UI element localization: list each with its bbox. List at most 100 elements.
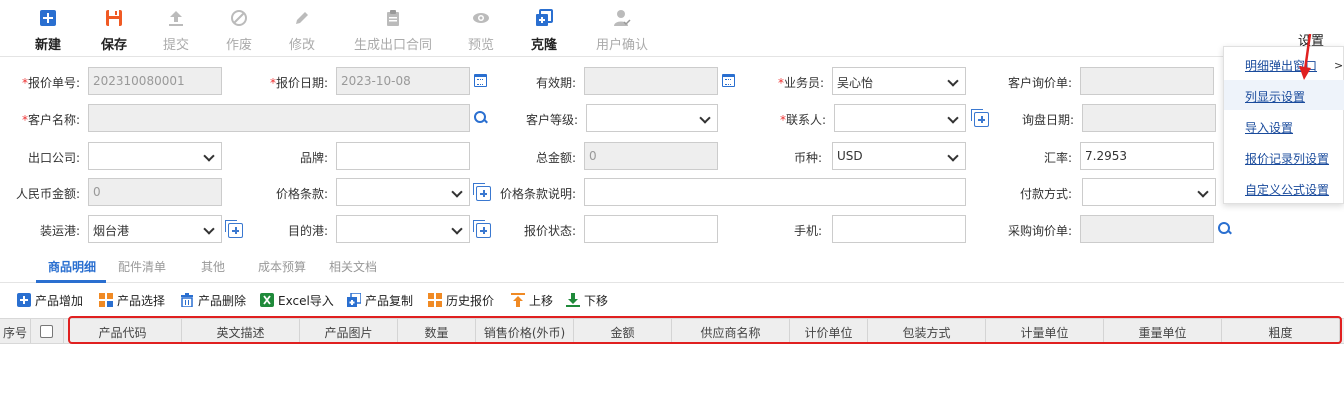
plus-square-icon [38,8,58,28]
upload-icon [166,8,186,28]
calendar-icon[interactable] [474,74,487,87]
move-down-icon [566,293,580,307]
tab-related-docs[interactable]: 相关文档 [329,258,377,275]
inquiry-date-field[interactable] [1082,104,1216,132]
form-row-2: *客户名称: 客户等级: *联系人: 询盘日期: [0,104,1344,134]
currency-select[interactable]: USD [832,142,966,170]
exchange-rate-field[interactable]: 7.2953 [1080,142,1214,170]
tab-cost-budget[interactable]: 成本预算 [258,258,306,275]
grid-icon [99,293,113,307]
submit-label: 提交 [162,38,189,53]
pencil-icon [292,8,312,28]
add-loading-port-icon[interactable] [225,220,243,238]
total-amount-label: 总金额: [536,151,577,165]
mobile-label: 手机: [794,224,823,238]
payment-select[interactable] [1082,178,1216,206]
new-button[interactable]: 新建 [16,6,80,53]
price-terms-select[interactable] [336,178,470,206]
quote-no-field[interactable]: 202310080001 [88,67,222,95]
tab-product-details[interactable]: 商品明细 [48,258,96,275]
generate-contract-button[interactable]: 生成出口合同 [351,6,435,53]
contact-label: *联系人: [780,113,827,127]
price-terms-desc-label: 价格条款说明: [500,187,577,201]
salesperson-select[interactable]: 吴心怡 [832,67,966,95]
action-bar: 产品增加 产品选择 产品删除 Excel导入 产品复制 历史报价 上移 下移 [0,289,1344,313]
clone-button[interactable]: 克隆 [512,6,576,53]
generate-contract-label: 生成出口合同 [353,38,432,53]
customer-name-field[interactable] [88,104,470,132]
menu-item-import-settings[interactable]: 导入设置 [1224,111,1344,141]
delete-product-button[interactable]: 产品删除 [180,292,246,310]
select-product-button[interactable]: 产品选择 [99,292,165,310]
save-icon [104,8,124,28]
customer-inquiry-field[interactable] [1080,67,1214,95]
user-check-icon [612,8,632,28]
save-button[interactable]: 保存 [82,6,146,53]
inquiry-date-label: 询盘日期: [1022,113,1075,127]
clipboard-icon [383,8,403,28]
history-quote-button[interactable]: 历史报价 [428,292,494,310]
search-icon[interactable] [474,111,488,125]
clone-icon [534,8,554,28]
menu-item-detail-popup[interactable]: 明细弹出窗口 [1224,49,1344,79]
customer-name-label: *客户名称: [22,113,81,127]
add-contact-icon[interactable] [971,109,989,127]
menu-item-label: 导入设置 [1245,121,1294,135]
menu-item-label: 列显示设置 [1245,90,1306,104]
annotation-arrow-icon [1299,33,1312,80]
move-down-button[interactable]: 下移 [566,292,608,310]
col-seq: 序号 [0,319,31,343]
add-icon [17,293,31,307]
export-company-label: 出口公司: [28,151,81,165]
add-dest-port-icon[interactable] [473,220,491,238]
user-confirm-button[interactable]: 用户确认 [590,6,654,53]
settings-menu: 明细弹出窗口 > 列显示设置 导入设置 报价记录列设置 自定义公式设置 [1223,46,1344,204]
copy-product-button[interactable]: 产品复制 [347,292,413,310]
customer-level-select[interactable] [586,104,718,132]
submit-button[interactable]: 提交 [144,6,208,53]
export-company-select[interactable] [88,142,222,170]
total-amount-field[interactable]: 0 [584,142,718,170]
copy-product-label: 产品复制 [365,294,414,308]
menu-item-quote-record-columns[interactable]: 报价记录列设置 [1224,142,1344,172]
search-icon[interactable] [1218,222,1232,236]
validity-label: 有效期: [536,76,577,90]
quote-date-label: *报价日期: [270,76,329,90]
move-up-icon [511,293,525,307]
quote-status-field[interactable] [584,215,718,243]
price-terms-desc-field[interactable] [584,178,966,206]
add-product-button[interactable]: 产品增加 [17,292,83,310]
excel-import-label: Excel导入 [278,294,334,308]
new-label: 新建 [34,38,61,53]
excel-import-button[interactable]: Excel导入 [260,292,334,310]
rmb-amount-field[interactable]: 0 [88,178,222,206]
void-button[interactable]: 作废 [207,6,271,53]
edit-button[interactable]: 修改 [270,6,334,53]
add-product-label: 产品增加 [35,294,84,308]
brand-label: 品牌: [300,151,329,165]
tab-other[interactable]: 其他 [201,258,225,275]
brand-field[interactable] [336,142,470,170]
annotation-highlight-box [68,316,1342,344]
customer-level-label: 客户等级: [526,113,579,127]
tab-parts-list[interactable]: 配件清单 [118,258,166,275]
menu-item-custom-formula[interactable]: 自定义公式设置 [1224,173,1344,203]
quote-date-field[interactable]: 2023-10-08 [336,67,470,95]
exchange-rate-label: 汇率: [1044,151,1073,165]
edit-label: 修改 [288,38,315,53]
contact-select[interactable] [834,104,966,132]
validity-field[interactable] [584,67,718,95]
add-price-terms-icon[interactable] [473,183,491,201]
calendar-icon[interactable] [722,74,735,87]
eye-icon [471,8,491,28]
move-up-button[interactable]: 上移 [511,292,553,310]
purchase-inquiry-field[interactable] [1080,215,1214,243]
select-all-checkbox[interactable] [40,325,53,338]
submenu-arrow-icon: > [1334,59,1344,72]
menu-item-column-display[interactable]: 列显示设置 [1224,80,1344,110]
mobile-field[interactable] [832,215,966,243]
loading-port-select[interactable]: 烟台港 [88,215,222,243]
dest-port-select[interactable] [336,215,470,243]
preview-button[interactable]: 预览 [449,6,513,53]
history-quote-label: 历史报价 [446,294,495,308]
